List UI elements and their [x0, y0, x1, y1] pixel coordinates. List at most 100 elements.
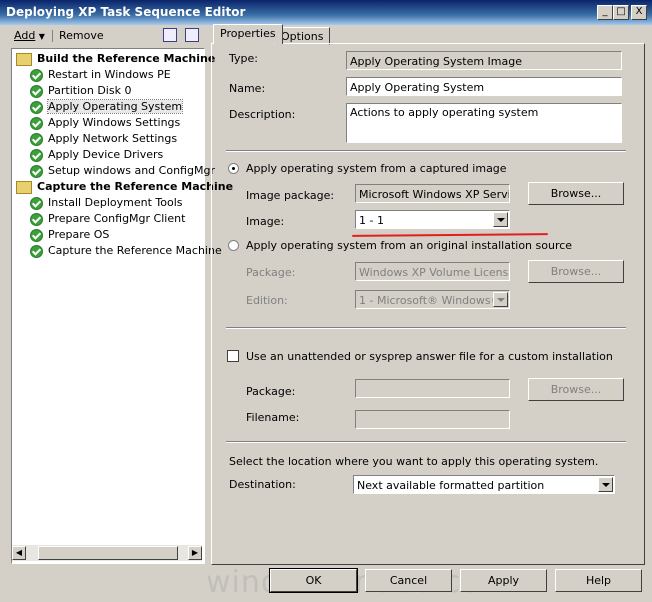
folder-icon: [16, 52, 32, 66]
maximize-button[interactable]: □: [613, 5, 629, 20]
dropdown-arrow-icon[interactable]: [493, 292, 508, 307]
minimize-button[interactable]: _: [597, 5, 613, 20]
move-up-icon[interactable]: [163, 28, 177, 42]
type-label: Type:: [229, 52, 258, 65]
filename-label: Filename:: [246, 411, 300, 424]
remove-menu[interactable]: Remove: [59, 28, 104, 44]
tree-item[interactable]: Prepare OS: [30, 227, 109, 243]
scroll-thumb[interactable]: [38, 546, 178, 560]
name-label: Name:: [229, 82, 266, 95]
chevron-down-icon: ▼: [38, 32, 45, 41]
filename-field: [355, 410, 510, 429]
move-down-icon[interactable]: [185, 28, 199, 42]
image-select[interactable]: 1 - 1: [355, 210, 510, 229]
tree-item-label: Apply Windows Settings: [48, 116, 181, 129]
group-label: Capture the Reference Machine: [37, 180, 234, 193]
dropdown-arrow-icon[interactable]: [493, 212, 508, 227]
tree-item-label: Install Deployment Tools: [48, 196, 183, 209]
divider: [226, 327, 626, 329]
name-input[interactable]: Apply Operating System: [346, 77, 622, 96]
type-field: Apply Operating System Image: [346, 51, 622, 70]
image-label: Image:: [246, 215, 285, 228]
edition-select[interactable]: 1 - Microsoft® Windows® (: [355, 290, 510, 309]
check-icon: [30, 132, 43, 146]
scroll-right-icon[interactable]: ▶: [188, 546, 202, 560]
check-icon: [30, 228, 43, 242]
installation-source-radio[interactable]: [228, 240, 239, 251]
tree-item[interactable]: Apply Network Settings: [30, 131, 177, 147]
tree-item[interactable]: Prepare ConfigMgr Client: [30, 211, 185, 227]
check-icon: [30, 244, 43, 258]
tree-item[interactable]: Partition Disk 0: [30, 83, 131, 99]
check-icon: [30, 100, 43, 114]
package-field: Windows XP Volume License: [355, 262, 510, 281]
captured-image-label: Apply operating system from a captured i…: [246, 162, 507, 175]
package2-label: Package:: [246, 385, 296, 398]
tree-item-label: Partition Disk 0: [48, 84, 132, 97]
installation-source-label: Apply operating system from an original …: [246, 239, 573, 252]
menu-divider: [52, 30, 53, 42]
destination-select[interactable]: Next available formatted partition: [353, 475, 615, 494]
package2-field: [355, 379, 510, 398]
tree-item-label: Prepare OS: [48, 228, 110, 241]
browse-package2-button[interactable]: Browse...: [528, 378, 624, 401]
captured-image-radio[interactable]: [228, 163, 239, 174]
check-icon: [30, 68, 43, 82]
group-build[interactable]: Build the Reference Machine: [16, 51, 215, 67]
window-title: Deploying XP Task Sequence Editor: [6, 5, 246, 19]
horizontal-scrollbar[interactable]: ◀ ▶: [12, 545, 202, 561]
image-package-label: Image package:: [246, 189, 335, 202]
check-icon: [30, 84, 43, 98]
browse-package-button[interactable]: Browse...: [528, 260, 624, 283]
tree-item-label: Restart in Windows PE: [48, 68, 171, 81]
group-label: Build the Reference Machine: [37, 52, 216, 65]
divider: [226, 441, 626, 443]
check-icon: [30, 116, 43, 130]
tree-item-label: Prepare ConfigMgr Client: [48, 212, 186, 225]
tree-item[interactable]: Setup windows and ConfigMgr: [30, 163, 215, 179]
title-bar: Deploying XP Task Sequence Editor _ □ X: [0, 0, 652, 25]
add-menu[interactable]: Add ▼: [14, 28, 45, 44]
check-icon: [30, 164, 43, 178]
task-tree[interactable]: Build the Reference Machine Restart in W…: [11, 48, 233, 564]
check-icon: [30, 212, 43, 226]
tree-item-label: Capture the Reference Machine: [48, 244, 222, 257]
package-label: Package:: [246, 266, 296, 279]
dropdown-arrow-icon[interactable]: [598, 477, 613, 492]
browse-image-package-button[interactable]: Browse...: [528, 182, 624, 205]
check-icon: [30, 148, 43, 162]
edition-select-value: 1 - Microsoft® Windows® (: [359, 294, 510, 307]
help-button[interactable]: Help: [555, 569, 642, 592]
description-label: Description:: [229, 108, 296, 121]
tree-item[interactable]: Capture the Reference Machine: [30, 243, 222, 259]
tree-item[interactable]: Apply Windows Settings: [30, 115, 180, 131]
image-select-value: 1 - 1: [359, 214, 384, 227]
folder-icon: [16, 180, 32, 194]
description-input[interactable]: Actions to apply operating system: [346, 103, 622, 143]
destination-select-value: Next available formatted partition: [357, 479, 545, 492]
tree-item[interactable]: Apply Device Drivers: [30, 147, 163, 163]
tree-item-label: Setup windows and ConfigMgr: [48, 164, 215, 177]
image-package-field: Microsoft Windows XP Service F: [355, 184, 510, 203]
scroll-left-icon[interactable]: ◀: [12, 546, 26, 560]
tree-item-label: Apply Operating System: [46, 99, 184, 114]
close-button[interactable]: X: [631, 5, 647, 20]
tree-item[interactable]: Install Deployment Tools: [30, 195, 183, 211]
divider: [226, 150, 626, 152]
unattend-label: Use an unattended or sysprep answer file…: [246, 350, 613, 363]
add-label: Add: [14, 29, 36, 42]
cancel-button[interactable]: Cancel: [365, 569, 452, 592]
tree-item[interactable]: Restart in Windows PE: [30, 67, 171, 83]
tab-properties[interactable]: Properties: [213, 24, 283, 44]
group-capture[interactable]: Capture the Reference Machine: [16, 179, 233, 195]
tree-item-selected[interactable]: Apply Operating System: [30, 99, 184, 115]
tree-item-label: Apply Network Settings: [48, 132, 178, 145]
apply-button[interactable]: Apply: [460, 569, 547, 592]
tree-item-label: Apply Device Drivers: [48, 148, 164, 161]
ok-button[interactable]: OK: [269, 568, 358, 593]
unattend-checkbox[interactable]: [227, 350, 239, 362]
destination-label: Destination:: [229, 478, 296, 491]
location-instruction: Select the location where you want to ap…: [229, 455, 599, 468]
edition-label: Edition:: [246, 294, 288, 307]
check-icon: [30, 196, 43, 210]
